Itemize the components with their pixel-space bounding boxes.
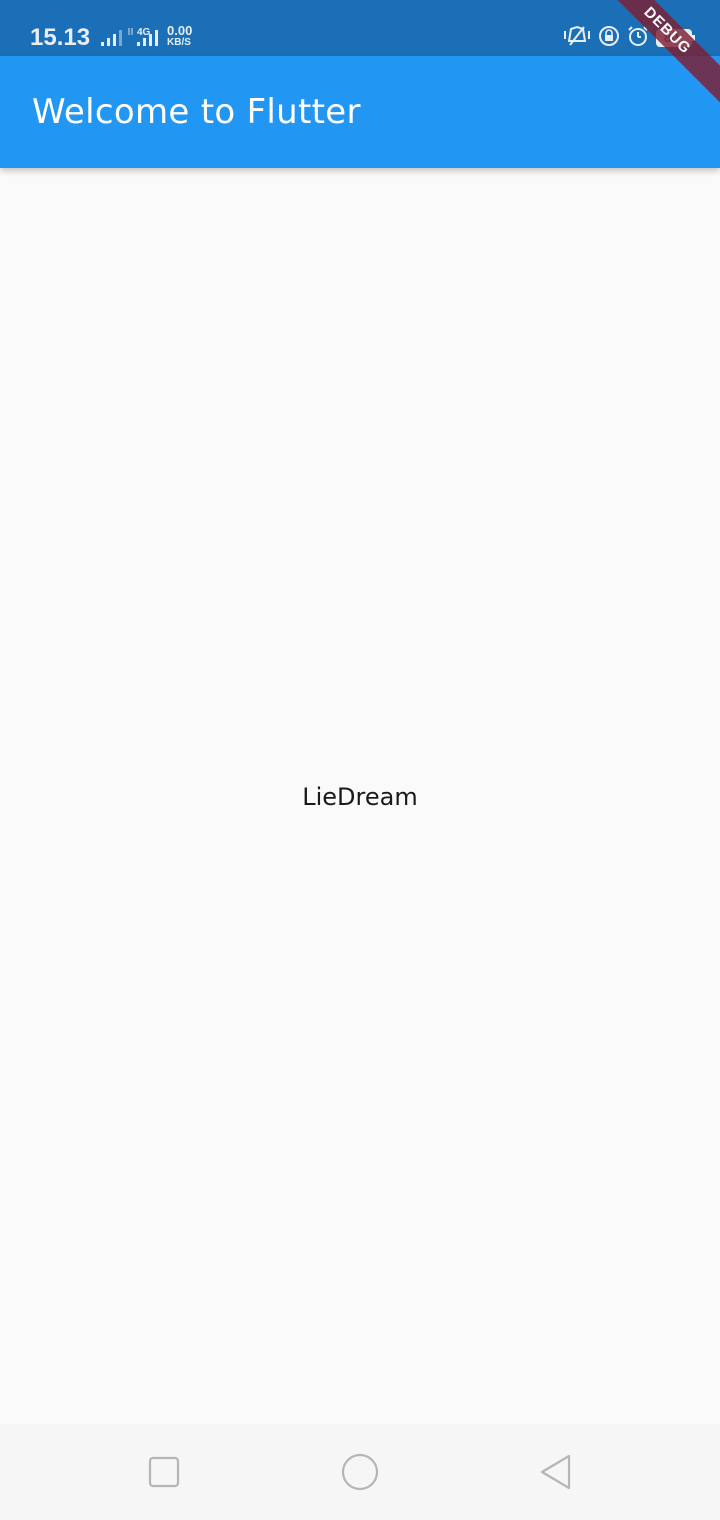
signal-icon xyxy=(137,30,158,46)
back-icon xyxy=(540,1454,571,1490)
recents-icon xyxy=(148,1456,180,1488)
app-screen: 15.13 4G 0.00 KB/S DEBUG Welcome to Flut… xyxy=(0,0,720,1520)
vibrate-icon xyxy=(562,25,592,51)
body-text: LieDream xyxy=(302,783,418,811)
app-bar: Welcome to Flutter xyxy=(0,56,720,168)
status-bar: 15.13 4G 0.00 KB/S xyxy=(0,0,720,56)
home-icon xyxy=(341,1453,379,1491)
network-speed-value: 0.00 xyxy=(167,23,193,38)
data-arrow-icon xyxy=(128,28,133,35)
navigation-bar xyxy=(0,1424,720,1520)
app-title: Welcome to Flutter xyxy=(32,92,361,132)
recents-button[interactable] xyxy=(144,1452,184,1492)
back-button[interactable] xyxy=(536,1452,576,1492)
status-time: 15.13 xyxy=(30,24,91,51)
home-button[interactable] xyxy=(340,1452,380,1492)
signal-icon xyxy=(101,30,122,46)
lock-rotation-icon xyxy=(598,25,620,51)
network-speed-unit: KB/S xyxy=(167,37,191,48)
